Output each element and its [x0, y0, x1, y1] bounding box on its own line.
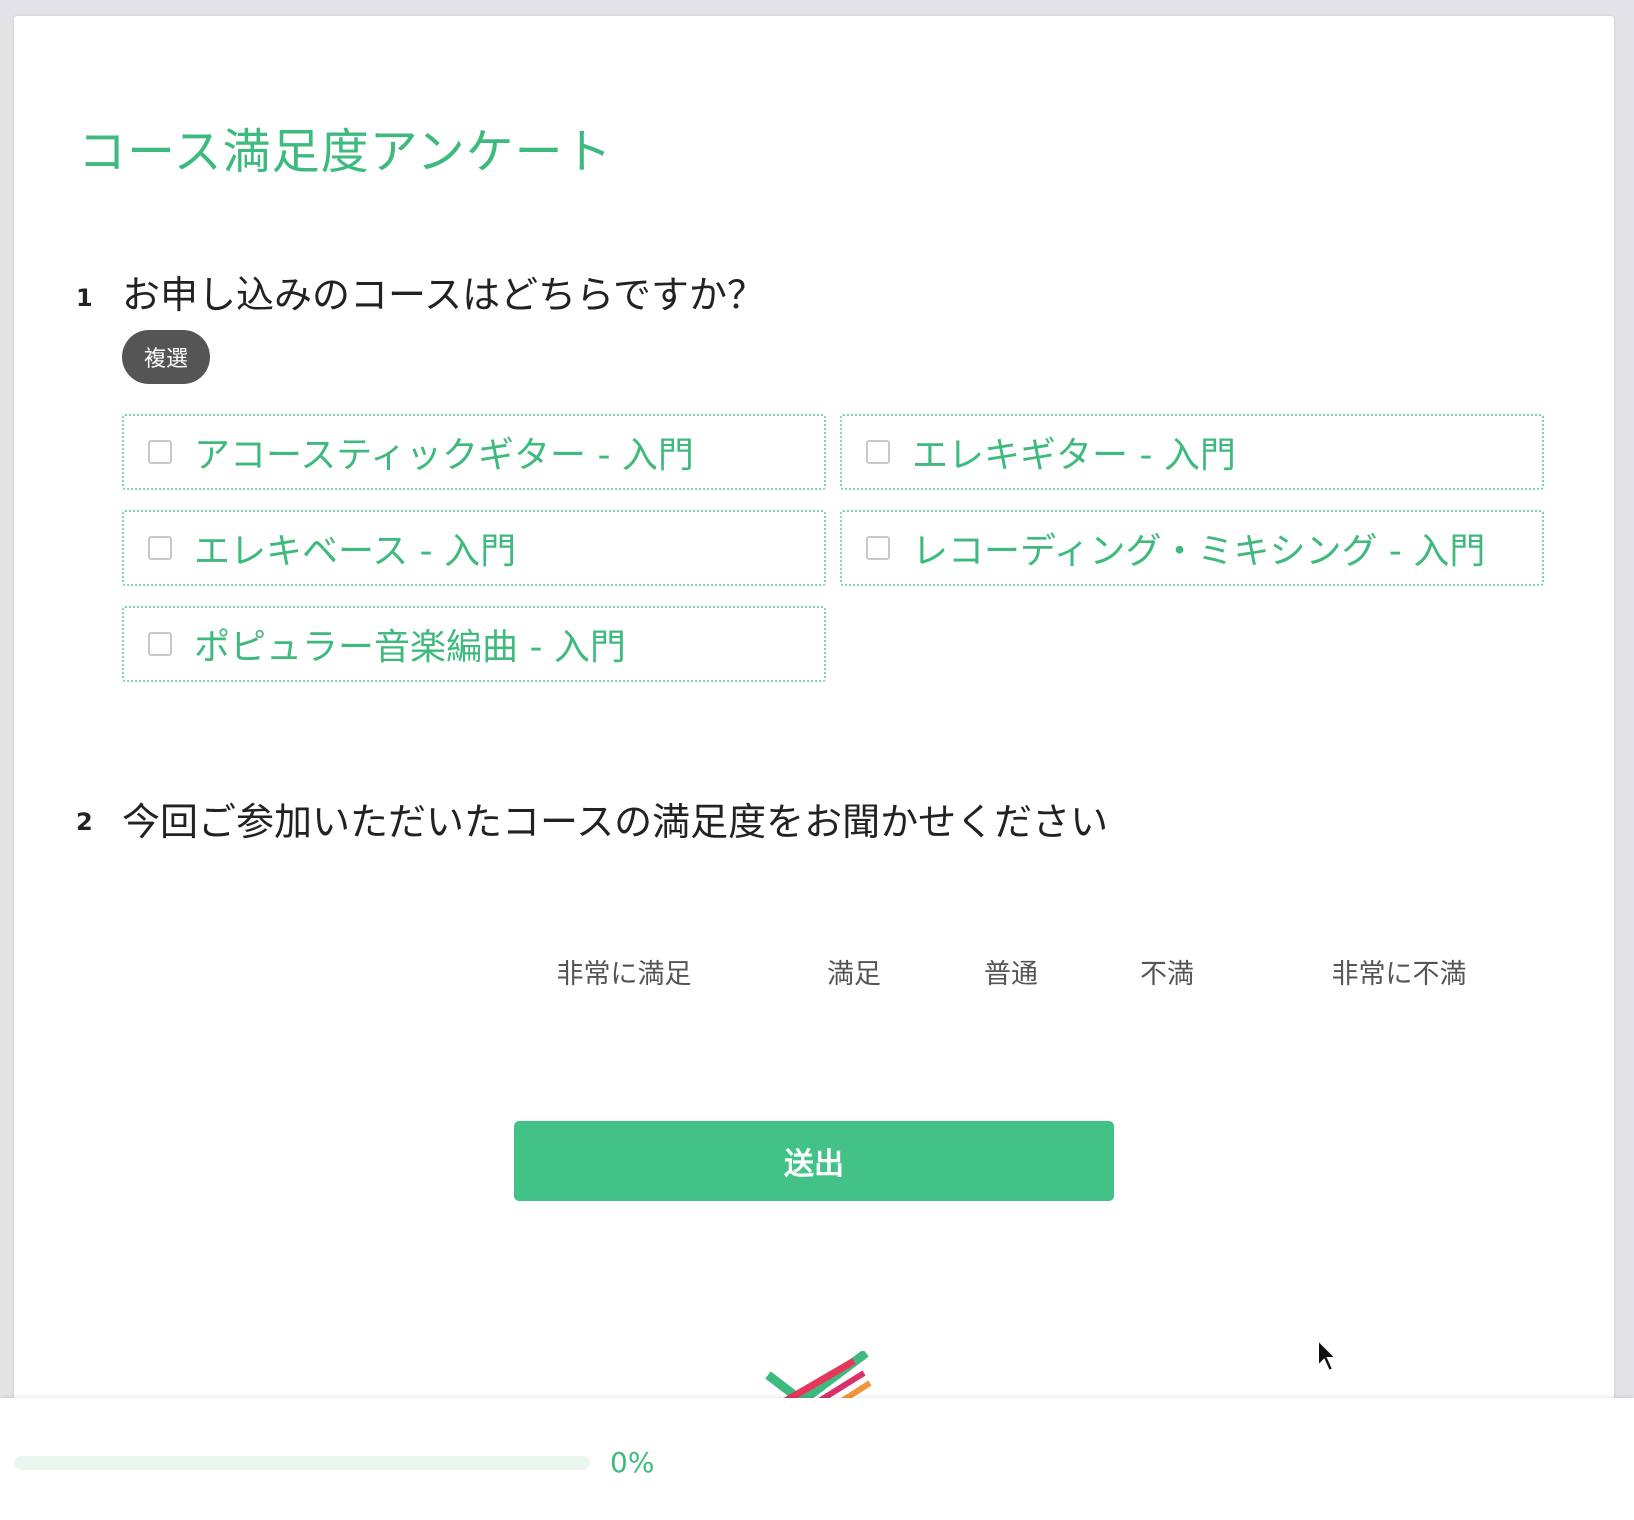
- option-label: アコースティックギター - 入門: [194, 435, 694, 476]
- checkbox[interactable]: [866, 440, 890, 464]
- option-acoustic-guitar[interactable]: アコースティックギター - 入門: [122, 414, 826, 490]
- submit-button[interactable]: 送出: [514, 1121, 1114, 1201]
- option-electric-bass[interactable]: エレキベース - 入門: [122, 510, 826, 586]
- checkbox[interactable]: [148, 536, 172, 560]
- option-label: ポピュラー音楽編曲 - 入門: [194, 627, 626, 668]
- question-1-text: お申し込みのコースはどちらですか？: [122, 273, 765, 317]
- option-electric-guitar[interactable]: エレキギター - 入門: [840, 414, 1544, 490]
- survey-card: コース満足度アンケート 1 お申し込みのコースはどちらですか？ 複選 アコーステ…: [14, 16, 1614, 1516]
- question-2-text: 今回ご参加いただいたコースの満足度をお聞かせください: [122, 800, 1109, 844]
- option-label: エレキベース - 入門: [194, 531, 517, 572]
- checkbox[interactable]: [148, 440, 172, 464]
- question-1-number: 1: [76, 284, 93, 312]
- question-2-number: 2: [76, 808, 93, 836]
- survey-title: コース満足度アンケート: [78, 124, 613, 180]
- progress-footer: 0%: [0, 1398, 1634, 1520]
- option-pop-arrangement[interactable]: ポピュラー音楽編曲 - 入門: [122, 606, 826, 682]
- progress-percent: 0%: [610, 1446, 655, 1479]
- scale-dissatisfied: 不満: [1140, 959, 1194, 990]
- question-1-options: アコースティックギター - 入門 エレキギター - 入門 エレキベース - 入門…: [122, 414, 1544, 682]
- scale-neutral: 普通: [984, 959, 1038, 990]
- progress-bar: [14, 1456, 590, 1470]
- option-label: レコーディング・ミキシング - 入門: [912, 531, 1486, 572]
- scale-satisfied: 満足: [827, 959, 881, 990]
- scale-very-dissatisfied: 非常に不満: [1331, 959, 1467, 990]
- scale-very-satisfied: 非常に満足: [556, 959, 692, 990]
- mouse-pointer-icon: [1317, 1338, 1339, 1373]
- option-recording-mixing[interactable]: レコーディング・ミキシング - 入門: [840, 510, 1544, 586]
- checkbox[interactable]: [148, 632, 172, 656]
- checkbox[interactable]: [866, 536, 890, 560]
- multiple-choice-badge: 複選: [122, 330, 210, 384]
- option-label: エレキギター - 入門: [912, 435, 1236, 476]
